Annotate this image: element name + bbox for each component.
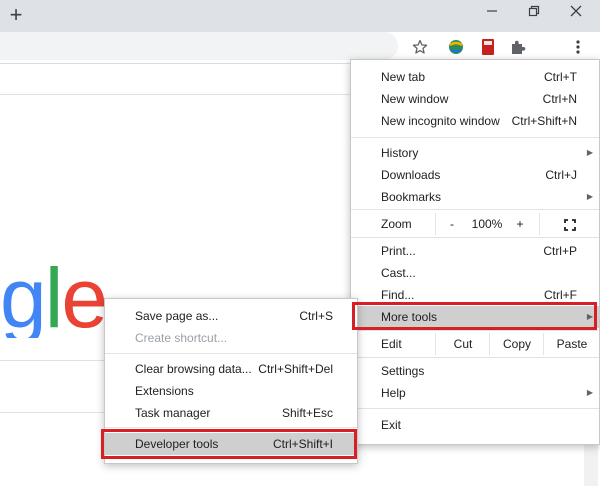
menu-edit-row: Edit Cut Copy Paste xyxy=(351,333,599,355)
edit-label: Edit xyxy=(381,337,402,351)
submenu-arrow-icon: ▶ xyxy=(586,192,593,201)
logo-letter-l: l xyxy=(44,258,64,338)
menu-separator xyxy=(351,237,599,238)
customize-chrome-menu-button[interactable] xyxy=(568,37,588,57)
submenu-item-create-shortcut: Create shortcut... xyxy=(105,327,357,349)
menu-item-label: Task manager xyxy=(135,406,211,420)
menu-zoom-row: Zoom - 100% + xyxy=(351,213,599,235)
developer-tools-highlight-box xyxy=(101,429,357,459)
menu-item-cast[interactable]: Cast... xyxy=(351,262,599,284)
chrome-main-menu: New tab Ctrl+T New window Ctrl+N New inc… xyxy=(350,59,600,445)
menu-separator xyxy=(105,353,357,354)
submenu-item-clear-browsing-data[interactable]: Clear browsing data... Ctrl+Shift+Del xyxy=(105,358,357,380)
menu-item-label: Clear browsing data... xyxy=(135,362,252,376)
menu-item-bookmarks[interactable]: Bookmarks ▶ xyxy=(351,186,599,208)
menu-item-label: New window xyxy=(381,92,449,106)
submenu-item-task-manager[interactable]: Task manager Shift+Esc xyxy=(105,402,357,424)
menu-item-label: Cast... xyxy=(381,266,416,280)
minimize-button[interactable] xyxy=(472,0,512,26)
extension-globe-icon xyxy=(449,40,463,54)
menu-item-shortcut: Ctrl+T xyxy=(544,70,577,84)
menu-item-shortcut: Ctrl+S xyxy=(299,309,333,323)
menu-separator xyxy=(351,137,599,138)
menu-item-shortcut: Ctrl+Shift+N xyxy=(511,114,577,128)
menu-item-new-tab[interactable]: New tab Ctrl+T xyxy=(351,66,599,88)
zoom-label: Zoom xyxy=(381,217,412,231)
menu-item-label: Print... xyxy=(381,244,416,258)
menu-item-label: Exit xyxy=(381,418,402,432)
search-box-edge xyxy=(0,360,120,361)
extensions-button[interactable] xyxy=(508,37,528,57)
menu-item-new-window[interactable]: New window Ctrl+N xyxy=(351,88,599,110)
puzzle-icon xyxy=(512,40,526,54)
restore-icon xyxy=(528,5,540,17)
menu-item-label: History xyxy=(381,146,419,160)
menu-item-label: Save page as... xyxy=(135,309,219,323)
paste-button[interactable]: Paste xyxy=(543,333,600,355)
menu-separator xyxy=(351,330,599,331)
menu-item-shortcut: Ctrl+J xyxy=(545,168,577,182)
extension-book-button[interactable] xyxy=(478,37,498,57)
submenu-arrow-icon: ▶ xyxy=(586,388,593,397)
zoom-out-button[interactable]: - xyxy=(435,213,468,235)
menu-item-shortcut: Ctrl+N xyxy=(542,92,577,106)
page-divider xyxy=(0,94,350,95)
menu-separator xyxy=(105,427,357,428)
zoom-level-value: 100% xyxy=(471,217,503,231)
menu-separator xyxy=(351,408,599,409)
menu-item-label: Bookmarks xyxy=(381,190,442,204)
zoom-in-button[interactable]: + xyxy=(507,213,533,235)
close-window-button[interactable] xyxy=(556,0,596,26)
star-icon xyxy=(412,39,428,54)
more-tools-highlight-box xyxy=(352,302,597,330)
submenu-item-save-page[interactable]: Save page as... Ctrl+S xyxy=(105,305,357,327)
menu-item-new-incognito-window[interactable]: New incognito window Ctrl+Shift+N xyxy=(351,110,599,132)
menu-item-settings[interactable]: Settings xyxy=(351,360,599,382)
plus-icon: + xyxy=(516,217,524,231)
google-logo[interactable]: gle xyxy=(0,258,106,338)
extension-globe-button[interactable] xyxy=(446,37,466,57)
menu-item-label: Help xyxy=(381,386,406,400)
minimize-icon xyxy=(487,10,497,12)
logo-letter-g: g xyxy=(0,258,47,338)
menu-item-downloads[interactable]: Downloads Ctrl+J xyxy=(351,164,599,186)
menu-item-label: Create shortcut... xyxy=(135,331,228,345)
menu-item-shortcut: Shift+Esc xyxy=(281,406,333,420)
menu-item-label: New tab xyxy=(381,70,426,84)
menu-item-history[interactable]: History ▶ xyxy=(351,142,599,164)
menu-item-label: New incognito window xyxy=(381,114,500,128)
extension-book-icon xyxy=(482,39,494,55)
menu-item-print[interactable]: Print... Ctrl+P xyxy=(351,240,599,262)
plus-icon: + xyxy=(9,2,23,27)
menu-item-label: Extensions xyxy=(135,384,194,398)
search-box-edge-bottom xyxy=(0,412,120,413)
menu-item-exit[interactable]: Exit xyxy=(351,414,599,436)
new-tab-button[interactable]: + xyxy=(4,3,28,27)
fullscreen-icon xyxy=(564,218,576,231)
menu-item-label: Settings xyxy=(381,364,425,378)
fullscreen-button[interactable] xyxy=(539,213,600,235)
copy-button[interactable]: Copy xyxy=(489,333,544,355)
cut-button[interactable]: Cut xyxy=(435,333,490,355)
title-bar: + xyxy=(0,0,600,32)
kebab-menu-icon xyxy=(576,40,580,54)
submenu-arrow-icon: ▶ xyxy=(586,148,593,157)
menu-separator xyxy=(351,209,599,210)
menu-item-shortcut: Ctrl+Shift+Del xyxy=(258,362,333,376)
menu-item-shortcut: Ctrl+P xyxy=(543,244,577,258)
close-icon xyxy=(570,5,582,17)
submenu-item-extensions[interactable]: Extensions xyxy=(105,380,357,402)
menu-separator xyxy=(351,357,599,358)
minus-icon: - xyxy=(450,217,454,231)
logo-letter-e: e xyxy=(61,258,107,338)
restore-button[interactable] xyxy=(514,0,554,26)
menu-item-label: Downloads xyxy=(381,168,441,182)
address-bar[interactable] xyxy=(0,32,398,60)
bookmark-star-button[interactable] xyxy=(410,37,430,57)
menu-item-help[interactable]: Help ▶ xyxy=(351,382,599,404)
